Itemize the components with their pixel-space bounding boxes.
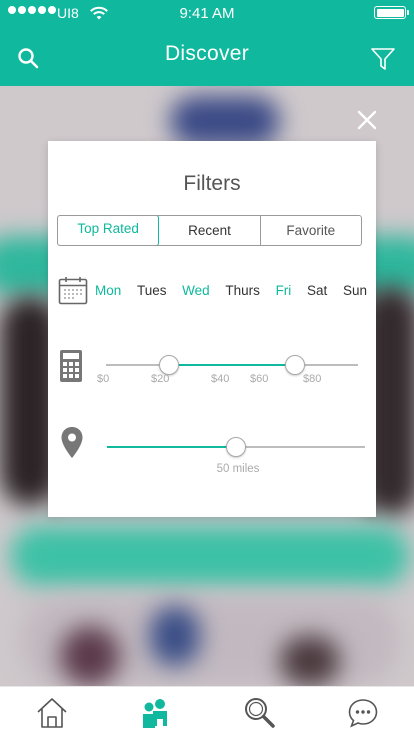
close-icon[interactable] bbox=[355, 108, 379, 132]
price-tick: $80 bbox=[303, 373, 322, 385]
day-sat[interactable]: Sat bbox=[307, 283, 327, 298]
tab-bar bbox=[0, 686, 414, 736]
segment-recent[interactable]: Recent bbox=[159, 216, 261, 245]
top-bar: UI8 9:41 AM Discover bbox=[0, 0, 414, 86]
calendar-icon bbox=[58, 277, 88, 305]
price-tick: $40 bbox=[211, 373, 230, 385]
sort-segmented-control: Top Rated Recent Favorite bbox=[57, 215, 362, 246]
calculator-icon bbox=[60, 350, 82, 382]
segment-top-rated[interactable]: Top Rated bbox=[58, 216, 160, 245]
day-fri[interactable]: Fri bbox=[276, 283, 292, 298]
page-title: Discover bbox=[164, 42, 250, 65]
battery-icon bbox=[374, 6, 409, 19]
filter-icon[interactable] bbox=[370, 46, 396, 72]
segment-favorite[interactable]: Favorite bbox=[261, 216, 361, 245]
price-tick: $20 bbox=[151, 373, 170, 385]
people-icon[interactable] bbox=[138, 695, 174, 731]
day-wed[interactable]: Wed bbox=[182, 283, 210, 298]
price-max-handle[interactable] bbox=[285, 355, 305, 375]
day-thurs[interactable]: Thurs bbox=[225, 283, 260, 298]
filters-title: Filters bbox=[183, 172, 241, 195]
day-sun[interactable]: Sun bbox=[343, 283, 367, 298]
day-selector: Mon Tues Wed Thurs Fri Sat Sun bbox=[95, 283, 367, 298]
status-time: 9:41 AM bbox=[179, 5, 235, 22]
home-icon[interactable] bbox=[34, 695, 70, 731]
distance-slider-track[interactable] bbox=[107, 437, 365, 457]
price-min-handle[interactable] bbox=[159, 355, 179, 375]
day-tues[interactable]: Tues bbox=[137, 283, 167, 298]
status-bar: UI8 9:41 AM bbox=[0, 0, 414, 26]
search-tab-icon[interactable] bbox=[241, 695, 277, 731]
price-tick: $60 bbox=[250, 373, 269, 385]
price-tick: $0 bbox=[97, 373, 110, 385]
filters-card: Filters Top Rated Recent Favorite Mon Tu… bbox=[48, 141, 376, 517]
location-pin-icon bbox=[61, 427, 83, 458]
price-range-track[interactable] bbox=[106, 355, 358, 375]
distance-value: 50 miles bbox=[216, 463, 260, 475]
distance-handle[interactable] bbox=[226, 437, 246, 457]
chat-icon[interactable] bbox=[345, 695, 381, 731]
day-mon[interactable]: Mon bbox=[95, 283, 121, 298]
price-range-fill bbox=[169, 364, 295, 366]
distance-slider-fill bbox=[107, 446, 236, 448]
